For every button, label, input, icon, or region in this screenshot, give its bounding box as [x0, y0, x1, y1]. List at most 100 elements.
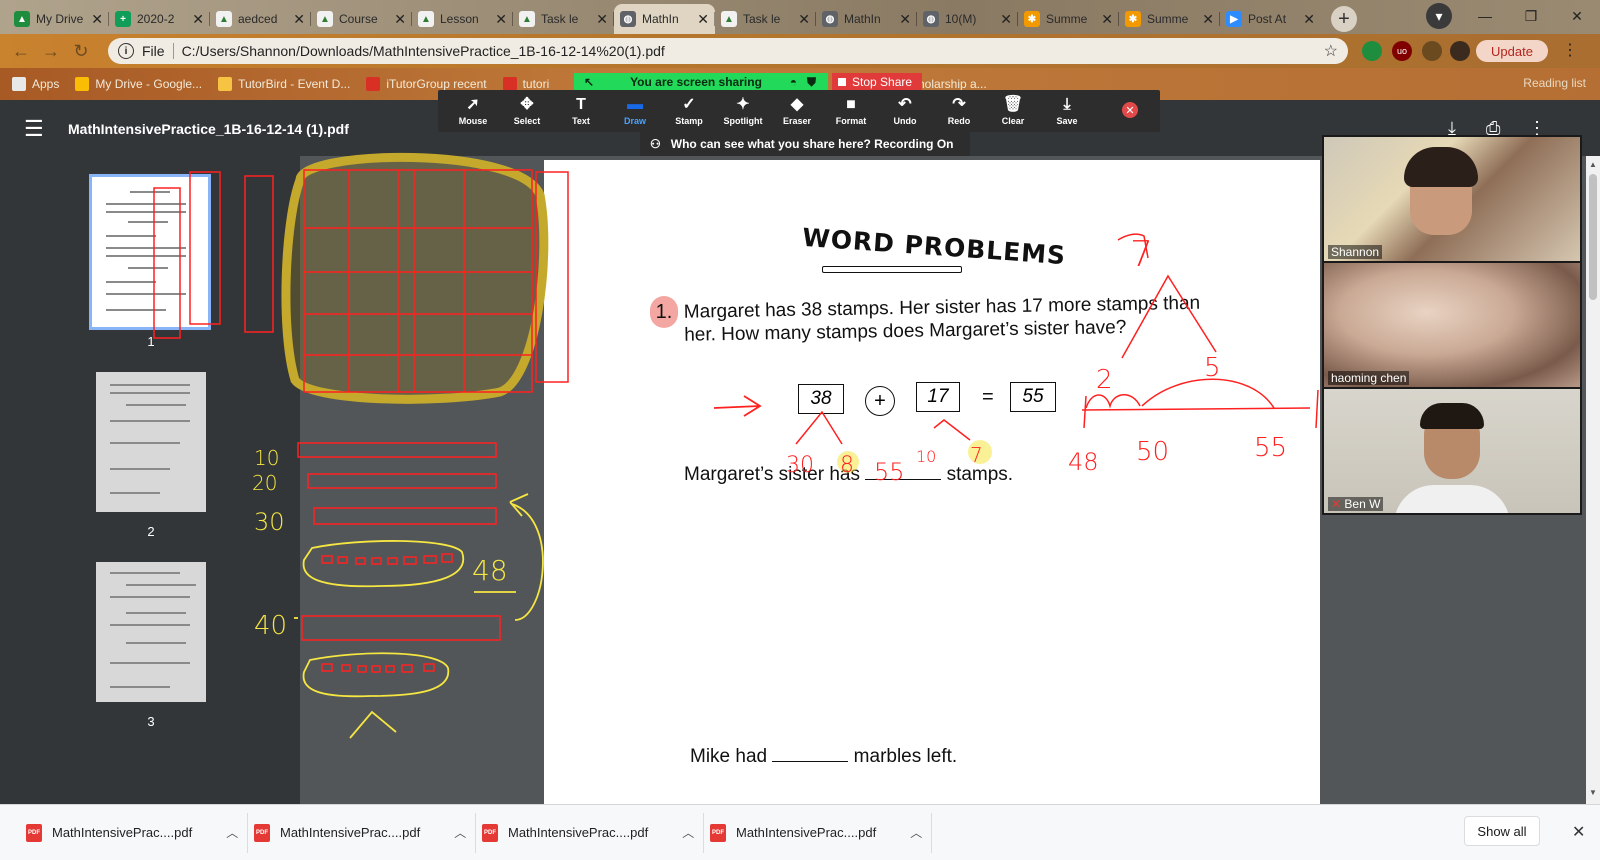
browser-tab[interactable]: ✱ Summe ✕	[1119, 4, 1220, 34]
browser-toolbar: ← → ↻ i File C:/Users/Shannon/Downloads/…	[0, 34, 1600, 68]
tab-close-icon[interactable]: ✕	[1101, 11, 1113, 28]
stop-share-button[interactable]: Stop Share	[832, 73, 922, 91]
tab-close-icon[interactable]: ✕	[697, 11, 709, 28]
tab-title: MathIn	[844, 12, 881, 26]
chevron-up-icon[interactable]: ︿	[910, 824, 922, 841]
tab-close-icon[interactable]: ✕	[91, 11, 103, 28]
tool-mouse[interactable]: ➚ Mouse	[446, 96, 500, 126]
tab-close-icon[interactable]: ✕	[596, 11, 608, 28]
close-window-button[interactable]: ✕	[1554, 0, 1600, 32]
reload-icon[interactable]: ↻	[66, 41, 96, 62]
tab-close-icon[interactable]: ✕	[192, 11, 204, 28]
info-icon[interactable]: i	[118, 43, 134, 59]
download-item[interactable]: PDF MathIntensivePrac....pdf ︿	[20, 812, 248, 853]
download-item[interactable]: PDF MathIntensivePrac....pdf ︿	[248, 812, 476, 853]
show-all-downloads-button[interactable]: Show all	[1464, 816, 1540, 846]
reading-list-button[interactable]: Reading list	[1523, 76, 1586, 90]
minimize-button[interactable]: —	[1462, 0, 1508, 32]
browser-tab[interactable]: + 2020-2 ✕	[109, 4, 210, 34]
forward-icon[interactable]: →	[36, 41, 66, 62]
bookmark-item[interactable]: My Drive - Google...	[75, 77, 202, 91]
tool-label: Save	[1056, 116, 1078, 126]
tool-stamp[interactable]: ✓ Stamp	[662, 96, 716, 126]
pdf-title: MathIntensivePractice_1B-16-12-14 (1).pd…	[68, 121, 349, 137]
back-icon[interactable]: ←	[6, 41, 36, 62]
close-shelf-icon[interactable]: ✕	[1572, 822, 1585, 842]
tool-label: Draw	[623, 116, 646, 126]
browser-tab[interactable]: ◍ 10(M) ✕	[917, 4, 1018, 34]
bookmark-item[interactable]: tutori	[502, 77, 549, 91]
video-tile-ben[interactable]: ✕ Ben W	[1324, 389, 1580, 513]
browser-tab[interactable]: ▲ My Drive ✕	[8, 4, 109, 34]
scrollbar-thumb[interactable]	[1589, 174, 1597, 300]
tab-title: MathIn	[642, 12, 679, 26]
tab-close-icon[interactable]: ✕	[798, 11, 810, 28]
tool-text[interactable]: T Text	[554, 96, 608, 126]
tool-eraser[interactable]: ◆ Eraser	[770, 96, 824, 126]
address-bar[interactable]: i File C:/Users/Shannon/Downloads/MathIn…	[108, 38, 1348, 64]
download-item[interactable]: PDF MathIntensivePrac....pdf ︿	[476, 812, 704, 853]
new-tab-button[interactable]: +	[1331, 6, 1357, 32]
tool-undo[interactable]: ↶ Undo	[878, 96, 932, 126]
tab-close-icon[interactable]: ✕	[495, 11, 507, 28]
close-annotation-icon[interactable]: ✕	[1122, 102, 1138, 118]
browser-tab[interactable]: ▲ Course ✕	[311, 4, 412, 34]
thumbnail-page-3[interactable]	[96, 562, 206, 702]
screen-sharing-banner[interactable]: ↖ You are screen sharing ◓ ⛊	[574, 73, 828, 91]
tab-close-icon[interactable]: ✕	[899, 11, 911, 28]
tool-spotlight[interactable]: ✦ Spotlight	[716, 96, 770, 126]
tool-save[interactable]: ⤓ Save	[1040, 96, 1094, 126]
video-tile-shannon[interactable]: Shannon	[1324, 137, 1580, 261]
video-tile-haoming[interactable]: haoming chen	[1324, 263, 1580, 387]
chevron-up-icon[interactable]: ︿	[454, 824, 466, 841]
thumbnail-page-1[interactable]	[89, 174, 211, 330]
tab-favicon-icon: ✱	[1125, 11, 1141, 27]
tool-label: Stamp	[675, 116, 703, 126]
extension-ublock-icon[interactable]: uo	[1392, 41, 1412, 61]
tool-redo[interactable]: ↷ Redo	[932, 96, 986, 126]
update-button[interactable]: Update	[1476, 40, 1548, 62]
browser-tab[interactable]: ▲ Task le ✕	[715, 4, 816, 34]
tab-close-icon[interactable]: ✕	[1000, 11, 1012, 28]
url-text[interactable]: C:/Users/Shannon/Downloads/MathIntensive…	[182, 43, 665, 59]
tab-close-icon[interactable]: ✕	[1303, 11, 1315, 28]
bookmark-item[interactable]: Apps	[12, 77, 59, 91]
chevron-up-icon[interactable]: ︿	[226, 824, 238, 841]
browser-tab[interactable]: ◍ MathIn ✕	[614, 4, 715, 34]
browser-tab[interactable]: ▶ Post At ✕	[1220, 4, 1321, 34]
restore-button[interactable]: ❐	[1508, 0, 1554, 32]
browser-menu-icon[interactable]: ⋮	[1562, 40, 1578, 60]
browser-tab[interactable]: ✱ Summe ✕	[1018, 4, 1119, 34]
tool-select[interactable]: ✥ Select	[500, 96, 554, 126]
tool-format[interactable]: ■ Format	[824, 96, 878, 126]
tool-draw[interactable]: ▬ Draw	[608, 96, 662, 126]
bookmark-item[interactable]: iTutorGroup recent	[366, 77, 487, 91]
pdf-menu-icon[interactable]: ☰	[24, 116, 44, 142]
who-can-see-banner[interactable]: ⚇ Who can see what you share here? Recor…	[640, 132, 970, 156]
bookmark-star-icon[interactable]: ☆	[1324, 41, 1338, 61]
browser-tab[interactable]: ◍ MathIn ✕	[816, 4, 917, 34]
thumbnail-page-2[interactable]	[96, 372, 206, 512]
profile-avatar[interactable]	[1450, 41, 1470, 61]
extensions-puzzle-icon[interactable]	[1422, 41, 1442, 61]
chevron-up-icon[interactable]: ︿	[682, 824, 694, 841]
tool-clear[interactable]: 🗑 Clear	[986, 96, 1040, 126]
tab-favicon-icon: ✱	[1024, 11, 1040, 27]
pdf-scrollbar[interactable]: ▲ ▼	[1586, 156, 1600, 804]
bookmark-item[interactable]: TutorBird - Event D...	[218, 77, 350, 91]
tab-close-icon[interactable]: ✕	[1202, 11, 1214, 28]
tab-close-icon[interactable]: ✕	[394, 11, 406, 28]
download-item[interactable]: PDF MathIntensivePrac....pdf ︿	[704, 812, 932, 853]
browser-tab[interactable]: ▲ Lesson ✕	[412, 4, 513, 34]
browser-tab[interactable]: ▲ aedced ✕	[210, 4, 311, 34]
extension-leaf-icon[interactable]	[1362, 41, 1382, 61]
scroll-up-icon[interactable]: ▲	[1586, 160, 1600, 169]
tab-close-icon[interactable]: ✕	[293, 11, 305, 28]
tab-title: Post At	[1248, 12, 1287, 26]
browser-tab[interactable]: ▲ Task le ✕	[513, 4, 614, 34]
thumbnail-number-2: 2	[147, 524, 155, 539]
share-arrow-icon: ↖	[584, 75, 595, 89]
tool-label: Eraser	[782, 116, 812, 126]
profile-menu-icon[interactable]: ▾	[1426, 3, 1452, 29]
scroll-down-icon[interactable]: ▼	[1586, 788, 1600, 797]
